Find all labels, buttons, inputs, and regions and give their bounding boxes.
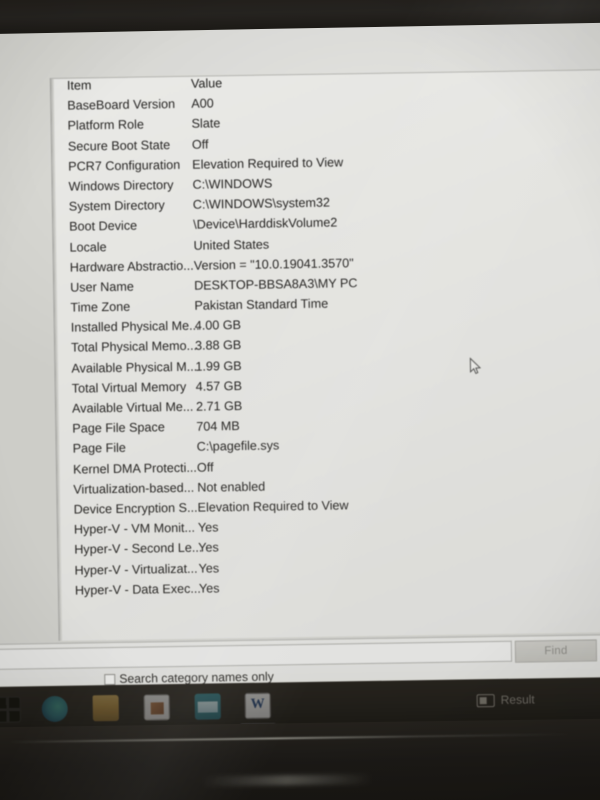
result-status-label: Result <box>500 692 535 707</box>
start-button[interactable] <box>0 696 21 723</box>
sysinfo-window: Item Value BaseBoard Version A00 Platform … <box>0 17 600 687</box>
system-summary-list[interactable]: Item Value BaseBoard Version A00 Platform … <box>49 69 600 641</box>
photographed-screen: Item Value BaseBoard Version A00 Platform … <box>0 0 600 800</box>
search-input[interactable] <box>0 640 513 670</box>
mouse-pointer-arrow-icon <box>469 357 482 375</box>
file-explorer-button[interactable] <box>92 694 119 722</box>
microsoft-store-button[interactable] <box>143 694 170 721</box>
find-button[interactable]: Find <box>514 639 598 663</box>
hinge-light-reflection <box>9 733 570 744</box>
result-status[interactable]: Result <box>476 692 535 707</box>
column-header-value: Value <box>190 76 223 91</box>
search-category-names-only-checkbox[interactable] <box>104 673 116 685</box>
touchpad-reflection <box>201 774 373 787</box>
result-window-icon <box>476 693 495 707</box>
mail-button[interactable] <box>194 693 221 720</box>
laptop-screen: Item Value BaseBoard Version A00 Platform … <box>0 17 600 736</box>
edge-button[interactable] <box>41 695 68 723</box>
laptop-bottom-bezel <box>0 718 600 800</box>
table-rows: Item Value BaseBoard Version A00 Platform … <box>51 70 600 604</box>
word-button[interactable] <box>244 692 271 719</box>
